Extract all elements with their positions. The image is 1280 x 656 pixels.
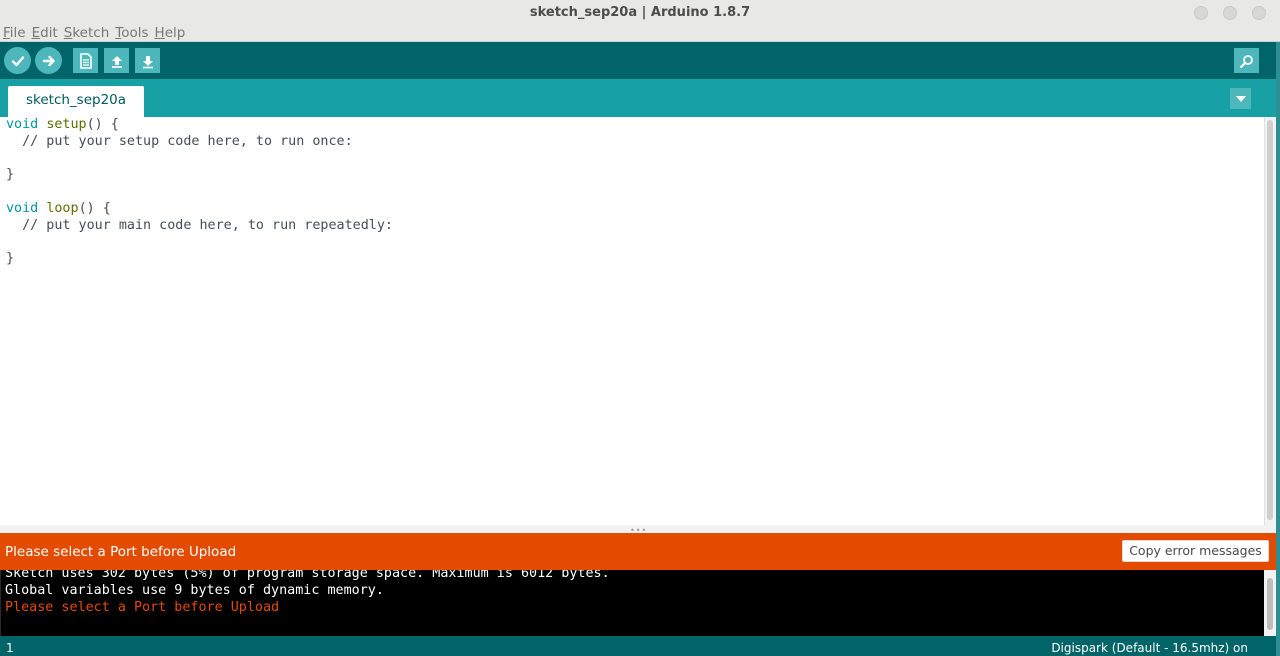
board-info: Digispark (Default - 16.5mhz) on xyxy=(1051,641,1248,655)
new-file-icon xyxy=(79,52,92,69)
code-line: void setup() { xyxy=(6,117,119,132)
code-editor[interactable]: void setup() { // put your setup code he… xyxy=(0,117,1264,525)
toolbar xyxy=(0,42,1276,79)
check-icon xyxy=(11,55,24,66)
menu-bar: File Edit Sketch Tools Help xyxy=(3,25,185,42)
editor-scrollbar-thumb[interactable] xyxy=(1267,120,1273,520)
tab-menu-button[interactable] xyxy=(1230,88,1251,109)
save-button[interactable] xyxy=(135,48,160,73)
arrow-down-icon xyxy=(142,55,153,68)
menu-help[interactable]: Help xyxy=(155,25,186,42)
status-bar: Please select a Port before Upload xyxy=(0,533,1276,570)
minimize-button[interactable] xyxy=(1194,6,1208,20)
open-button[interactable] xyxy=(104,48,129,73)
close-button[interactable] xyxy=(1252,6,1266,20)
console-output[interactable]: Sketch uses 302 bytes (5%) of program st… xyxy=(0,570,1264,636)
menu-edit[interactable]: Edit xyxy=(32,25,58,42)
menu-tools[interactable]: Tools xyxy=(115,25,148,42)
code-line: } xyxy=(6,167,15,183)
arrow-right-icon xyxy=(42,55,55,66)
maximize-button[interactable] xyxy=(1223,6,1237,20)
code-line: void loop() { xyxy=(6,200,111,216)
window-edge xyxy=(1276,42,1280,656)
status-message: Please select a Port before Upload xyxy=(5,544,237,560)
code-line: // put your setup code here, to run once… xyxy=(6,133,353,149)
console-text: Sketch uses 302 bytes (5%) of program st… xyxy=(5,570,610,616)
menu-sketch[interactable]: Sketch xyxy=(64,25,110,42)
title-bar: sketch_sep20a | Arduino 1.8.7 File Edit … xyxy=(0,0,1280,42)
window-title: sketch_sep20a | Arduino 1.8.7 xyxy=(529,5,751,20)
upload-button[interactable] xyxy=(35,47,62,74)
line-number: 1 xyxy=(6,641,14,655)
tab-sketch[interactable]: sketch_sep20a xyxy=(8,86,144,117)
code-line: // put your main code here, to run repea… xyxy=(6,217,393,233)
code-text: void setup() { // put your setup code he… xyxy=(6,117,393,268)
serial-monitor-button[interactable] xyxy=(1234,48,1259,73)
code-line: } xyxy=(6,251,15,267)
arrow-up-icon xyxy=(111,55,122,68)
console-line: Please select a Port before Upload xyxy=(5,599,280,615)
verify-button[interactable] xyxy=(4,47,31,74)
console-line: Sketch uses 302 bytes (5%) of program st… xyxy=(5,570,610,581)
copy-error-messages-button[interactable]: Copy error messages xyxy=(1122,540,1269,562)
footer-bar: 1 Digispark (Default - 16.5mhz) on xyxy=(0,636,1276,656)
new-button[interactable] xyxy=(73,48,98,73)
console-scrollbar-thumb[interactable] xyxy=(1267,578,1273,630)
magnifier-icon xyxy=(1239,54,1253,68)
tab-strip: sketch_sep20a xyxy=(0,79,1276,117)
console-line: Global variables use 9 bytes of dynamic … xyxy=(5,582,384,598)
menu-file[interactable]: File xyxy=(3,25,26,42)
chevron-down-icon xyxy=(1235,95,1246,102)
